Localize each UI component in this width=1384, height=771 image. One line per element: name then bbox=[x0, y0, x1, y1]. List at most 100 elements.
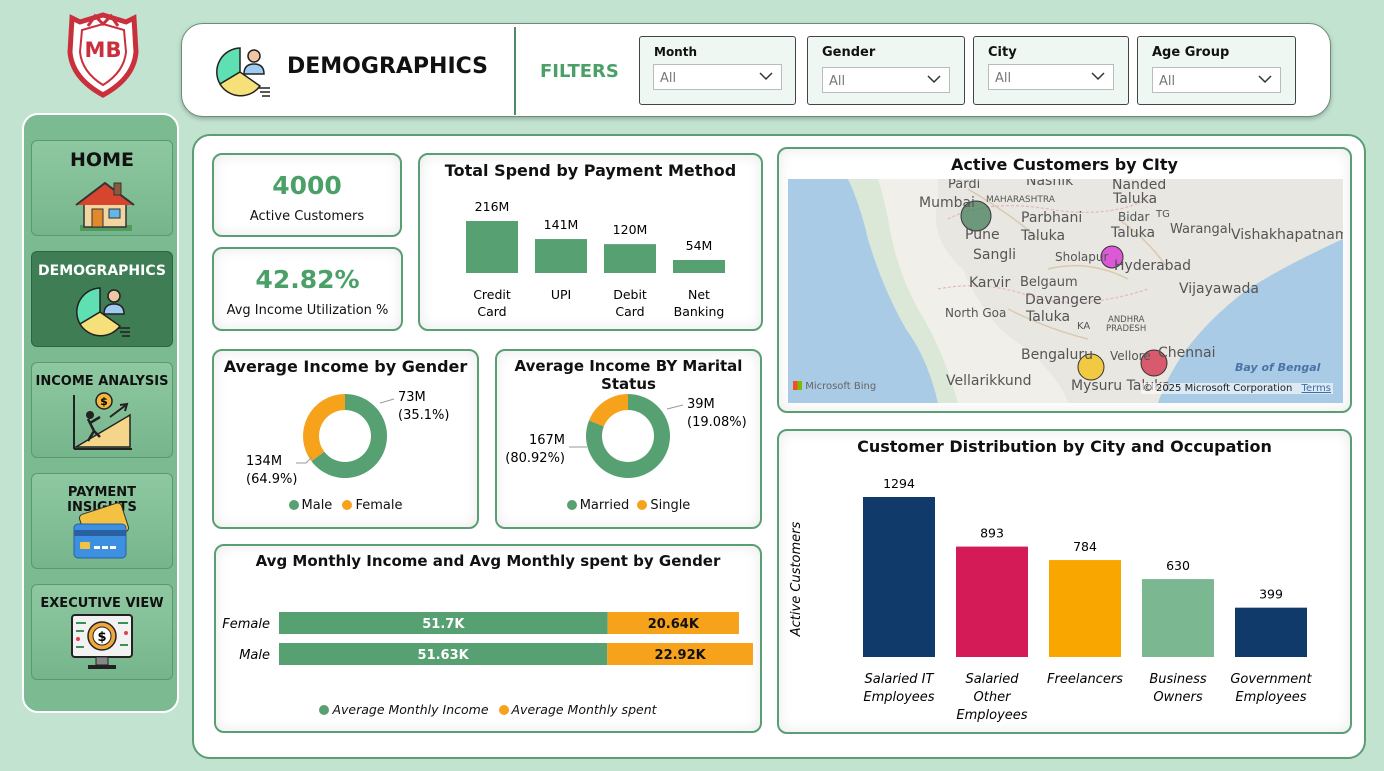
occupation-bar bbox=[1049, 560, 1121, 657]
legend-income-label: Average Monthly Income bbox=[332, 702, 489, 717]
occupation-bar bbox=[1142, 579, 1214, 657]
payment-category-label: Credit bbox=[473, 287, 511, 302]
city-map-title: Active Customers by CIty bbox=[951, 155, 1178, 174]
occupation-bar bbox=[956, 546, 1028, 657]
payment-bar bbox=[535, 239, 587, 273]
chevron-down-icon bbox=[1258, 75, 1272, 84]
nav-payment-insights-button[interactable]: PAYMENT INSIGHTS bbox=[31, 473, 173, 569]
payment-bar bbox=[466, 221, 518, 273]
windows-logo-icon bbox=[793, 381, 802, 390]
month-dropdown-value: All bbox=[660, 71, 677, 86]
payment-bar-label: 120M bbox=[613, 222, 648, 237]
pie-person-icon bbox=[216, 47, 270, 97]
map-label: Sholapur bbox=[1055, 250, 1109, 264]
map-terms-link[interactable]: Terms bbox=[1302, 383, 1331, 394]
occupation-bar-label: 784 bbox=[1073, 539, 1097, 554]
occupation-bar-label: 893 bbox=[980, 526, 1004, 541]
income-by-gender-card: Average Income by Gender 134M (64.9%) 73M(… bbox=[212, 349, 479, 529]
donut-slice bbox=[589, 394, 628, 427]
nav-executive-view-label: EXECUTIVE VIEW bbox=[40, 596, 164, 611]
nav-income-analysis-button[interactable]: INCOME ANALYSIS $ bbox=[31, 362, 173, 458]
map-label: Karvir bbox=[969, 275, 1011, 291]
map-label: Taluka bbox=[1021, 228, 1066, 244]
income-by-marital-legend: Married Single bbox=[497, 498, 760, 513]
payment-bar bbox=[673, 260, 725, 273]
nav-demographics-label: DEMOGRAPHICS bbox=[38, 263, 166, 279]
brand-logo-text: MB bbox=[84, 38, 122, 62]
gender-category-label: Female bbox=[222, 617, 270, 632]
map-label: Pardi bbox=[948, 179, 981, 192]
nav-home-button[interactable]: HOME bbox=[31, 140, 173, 236]
gender-slicer-label: Gender bbox=[822, 45, 876, 60]
kpi-avg-income-utilization-card: 42.82% Avg Income Utilization % bbox=[212, 247, 403, 331]
gender-dropdown[interactable]: All bbox=[822, 67, 950, 93]
city-dropdown[interactable]: All bbox=[988, 64, 1114, 90]
map-label: Vishakhapatnam bbox=[1231, 227, 1343, 243]
city-map-card: Active Customers by CIty Pardi Nashik Na… bbox=[777, 147, 1352, 413]
legend-married-label: Married bbox=[579, 498, 630, 513]
nav-demographics-button[interactable]: DEMOGRAPHICS bbox=[31, 251, 173, 347]
legend-income-dot bbox=[319, 705, 330, 715]
svg-text:$: $ bbox=[97, 630, 106, 645]
monthly-income-spent-legend: Average Monthly Income Average Monthly s… bbox=[216, 702, 760, 717]
donut-value-label: 39M bbox=[687, 397, 715, 412]
payment-category-label: Banking bbox=[674, 304, 725, 319]
occupation-category-label: Employees bbox=[956, 708, 1027, 723]
payment-category-label: Card bbox=[615, 304, 644, 319]
stacked-bar-label: 22.92K bbox=[655, 648, 707, 663]
payment-bar-label: 216M bbox=[475, 199, 510, 214]
map-label: Taluka bbox=[1026, 309, 1071, 325]
nav-home-label: HOME bbox=[70, 149, 134, 171]
map-label: Chennai bbox=[1158, 345, 1216, 361]
age-group-dropdown[interactable]: All bbox=[1152, 67, 1281, 93]
city-slicer-label: City bbox=[988, 45, 1017, 60]
city-dropdown-value: All bbox=[995, 71, 1012, 86]
occupation-bar-label: 1294 bbox=[883, 476, 915, 491]
payment-category-label: Debit bbox=[613, 287, 647, 302]
legend-male-label: Male bbox=[301, 498, 333, 513]
map-label: Bidar bbox=[1118, 210, 1150, 224]
map-copyright-text: © 2025 Microsoft Corporation bbox=[1142, 383, 1293, 394]
occupation-y-axis-label: Active Customers bbox=[789, 522, 804, 638]
house-icon bbox=[75, 181, 135, 231]
kpi-avg-income-utilization-label: Avg Income Utilization % bbox=[226, 303, 389, 318]
nav-executive-view-button[interactable]: EXECUTIVE VIEW $ bbox=[31, 584, 173, 680]
occupation-category-label: Salaried bbox=[965, 672, 1019, 687]
donut-pct-label: (64.9%) bbox=[246, 472, 297, 487]
map-label: PRADESH bbox=[1106, 324, 1147, 334]
credit-card-icon bbox=[73, 502, 130, 559]
map-label: TG bbox=[1156, 209, 1170, 220]
month-dropdown[interactable]: All bbox=[653, 64, 782, 90]
payment-bar bbox=[604, 244, 656, 273]
city-map[interactable]: Pardi Nashik Nanded Mumbai MAHARASHTRA T… bbox=[788, 179, 1343, 403]
map-label: Vellarikkund bbox=[946, 373, 1032, 389]
kpi-avg-income-utilization-value: 42.82% bbox=[255, 265, 360, 294]
brand-logo: MB bbox=[66, 12, 140, 98]
legend-married-dot bbox=[566, 500, 577, 510]
legend-single-label: Single bbox=[650, 498, 691, 513]
donut-leader-line bbox=[379, 398, 395, 404]
payment-method-chart-card: Total Spend by Payment Method 216M Credit… bbox=[418, 153, 763, 331]
occupation-bar-label: 399 bbox=[1259, 587, 1283, 602]
legend-spent-label: Average Monthly spent bbox=[511, 702, 657, 717]
occupation-bar bbox=[1235, 607, 1307, 657]
legend-single-dot bbox=[637, 500, 648, 510]
occupation-category-label: Owners bbox=[1153, 690, 1202, 705]
legend-female-dot bbox=[342, 500, 353, 510]
occupation-bar-label: 630 bbox=[1166, 558, 1190, 573]
map-label: Taluka bbox=[1113, 191, 1158, 207]
occupation-category-label: Other bbox=[974, 690, 1013, 705]
map-label: Sangli bbox=[973, 247, 1017, 263]
age-group-slicer: Age Group All bbox=[1137, 36, 1296, 105]
occupation-category-label: Employees bbox=[863, 690, 934, 705]
filters-label: FILTERS bbox=[540, 61, 619, 82]
occupation-bar bbox=[863, 497, 935, 657]
donut-pct-label: (19.08%) bbox=[687, 415, 747, 430]
occupation-category-label: Government bbox=[1230, 672, 1312, 687]
occupation-category-label: Business bbox=[1149, 672, 1207, 687]
gender-slicer: Gender All bbox=[807, 36, 965, 105]
map-label: Bay of Bengal bbox=[1235, 361, 1321, 374]
chevron-down-icon bbox=[1091, 72, 1105, 81]
occupation-category-label: Salaried IT bbox=[865, 672, 935, 687]
kpi-active-customers-value: 4000 bbox=[272, 171, 342, 200]
